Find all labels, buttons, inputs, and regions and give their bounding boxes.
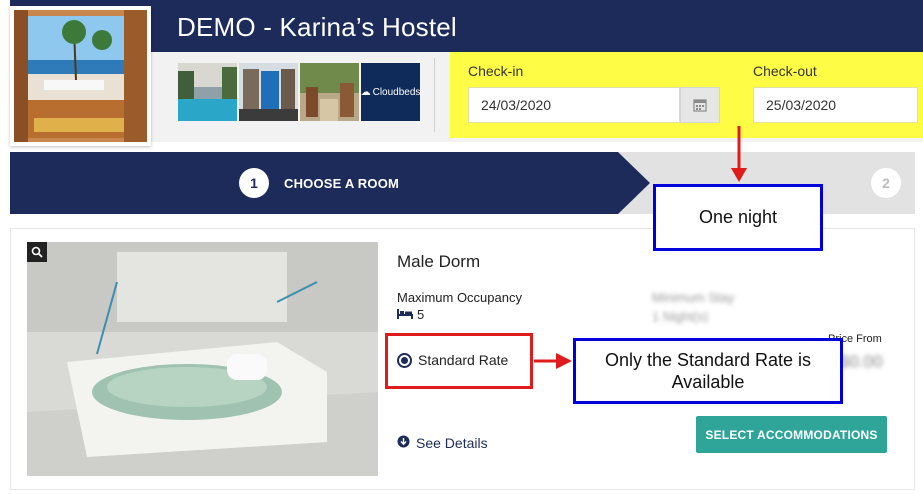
gallery-thumb-lounge[interactable] bbox=[239, 63, 298, 121]
hostel-logo bbox=[10, 6, 151, 146]
cloudbeds-logo: ☁ Cloudbeds bbox=[361, 63, 420, 121]
bed-icon bbox=[397, 307, 413, 322]
step-1-number: 1 bbox=[239, 168, 269, 198]
min-stay-value: 1 Night(s) bbox=[652, 309, 709, 324]
gallery-thumb-garden[interactable] bbox=[300, 63, 359, 121]
checkout-input[interactable]: 25/03/2020 bbox=[753, 87, 918, 123]
select-accommodations-button[interactable]: SELECT ACCOMMODATIONS bbox=[696, 416, 887, 453]
step-1-label: CHOOSE A ROOM bbox=[284, 176, 400, 191]
gallery-thumb-pool[interactable] bbox=[178, 63, 237, 121]
max-occupancy: 5 bbox=[397, 307, 424, 322]
arrow-down-circle-icon bbox=[397, 435, 410, 451]
header-divider bbox=[434, 58, 435, 132]
zoom-icon[interactable] bbox=[27, 242, 47, 262]
brand-text: Cloudbeds bbox=[372, 86, 420, 98]
checkin-input[interactable]: 24/03/2020 bbox=[468, 87, 680, 123]
cloud-icon: ☁ bbox=[361, 86, 371, 98]
min-stay-label: Minimum Stay bbox=[652, 290, 735, 305]
checkin-label: Check-in bbox=[468, 63, 524, 79]
room-name: Male Dorm bbox=[397, 252, 481, 271]
calendar-icon[interactable] bbox=[680, 87, 720, 123]
max-occupancy-value: 5 bbox=[417, 307, 425, 322]
see-details-link[interactable]: See Details bbox=[397, 435, 488, 451]
max-occupancy-label: Maximum Occupancy bbox=[397, 290, 522, 305]
callout-one-night: One night bbox=[653, 184, 823, 251]
standard-rate-highlight bbox=[385, 333, 533, 389]
step-2-number[interactable]: 2 bbox=[871, 168, 901, 198]
hostel-logo-image bbox=[14, 10, 147, 142]
room-photo[interactable] bbox=[27, 242, 378, 476]
callout-only-standard-rate: Only the Standard Rate is Available bbox=[573, 338, 843, 404]
see-details-label: See Details bbox=[416, 435, 488, 451]
page-title: DEMO - Karina’s Hostel bbox=[177, 12, 457, 42]
checkout-label: Check-out bbox=[753, 63, 817, 79]
price-value: $0.00 bbox=[840, 352, 883, 371]
